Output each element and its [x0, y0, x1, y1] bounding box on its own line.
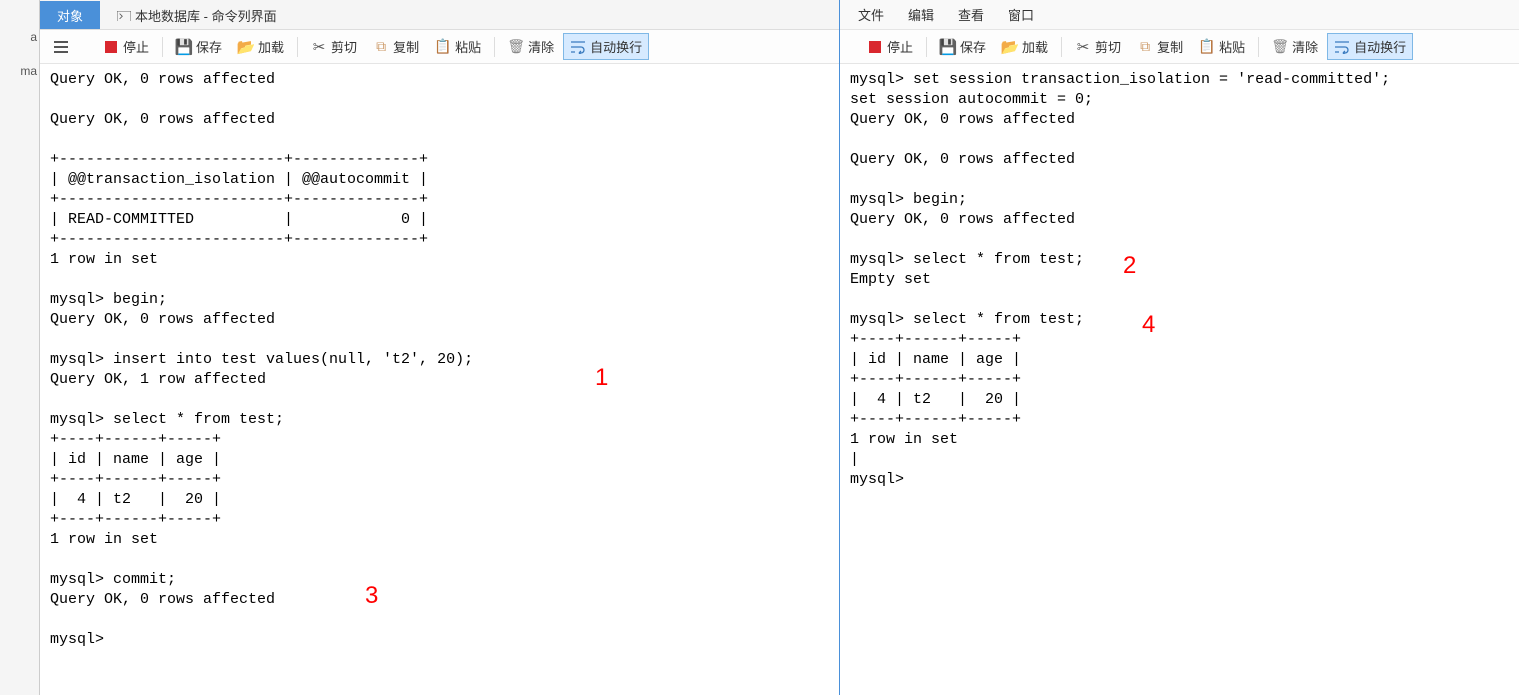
wrap-icon — [1334, 39, 1350, 55]
save-icon: 💾 — [176, 39, 192, 55]
button-label: 粘贴 — [455, 37, 481, 56]
sidebar-item[interactable]: ma — [0, 54, 39, 88]
trash-icon: 🗑 — [508, 39, 524, 55]
left-sidebar: a ma — [0, 0, 40, 695]
folder-icon: 📂 — [238, 39, 254, 55]
button-label: 自动换行 — [1354, 37, 1406, 56]
menu-view[interactable]: 查看 — [958, 5, 984, 24]
menu-window[interactable]: 窗口 — [1008, 5, 1034, 24]
separator — [1061, 37, 1062, 57]
wrap-button[interactable]: 自动换行 — [1327, 33, 1413, 60]
paste-icon: 📋 — [1199, 39, 1215, 55]
menu-edit[interactable]: 编辑 — [908, 5, 934, 24]
copy-button[interactable]: ⧉ 复制 — [366, 33, 426, 60]
copy-icon: ⧉ — [1137, 39, 1153, 55]
save-button[interactable]: 💾 保存 — [933, 33, 993, 60]
console-output[interactable]: Query OK, 0 rows affected Query OK, 0 ro… — [40, 64, 839, 695]
button-label: 停止 — [887, 37, 913, 56]
paste-button[interactable]: 📋 粘贴 — [1192, 33, 1252, 60]
copy-button[interactable]: ⧉ 复制 — [1130, 33, 1190, 60]
stop-icon — [867, 39, 883, 55]
button-label: 加载 — [258, 37, 284, 56]
console-output[interactable]: mysql> set session transaction_isolation… — [840, 64, 1519, 695]
load-button[interactable]: 📂 加载 — [995, 33, 1055, 60]
save-icon: 💾 — [940, 39, 956, 55]
wrap-icon — [570, 39, 586, 55]
scissors-icon: ✂ — [1075, 39, 1091, 55]
button-label: 加载 — [1022, 37, 1048, 56]
stop-button[interactable]: 停止 — [96, 33, 156, 60]
separator — [297, 37, 298, 57]
button-label: 清除 — [528, 37, 554, 56]
toolbar: 停止 💾 保存 📂 加载 ✂ 剪切 ⧉ 复制 📋 粘贴 🗑 清除 — [40, 30, 839, 64]
button-label: 剪切 — [331, 37, 357, 56]
scissors-icon: ✂ — [311, 39, 327, 55]
wrap-button[interactable]: 自动换行 — [563, 33, 649, 60]
menu-button[interactable] — [48, 36, 74, 58]
save-button[interactable]: 💾 保存 — [169, 33, 229, 60]
left-panel: 对象 本地数据库 - 命令列界面 停止 💾 保存 📂 加载 ✂ 剪切 — [40, 0, 840, 695]
separator — [926, 37, 927, 57]
copy-icon: ⧉ — [373, 39, 389, 55]
tab-label: 对象 — [57, 6, 83, 25]
separator — [1258, 37, 1259, 57]
tab-object[interactable]: 对象 — [40, 1, 100, 29]
paste-icon: 📋 — [435, 39, 451, 55]
cut-button[interactable]: ✂ 剪切 — [304, 33, 364, 60]
tab-label: 本地数据库 - 命令列界面 — [135, 6, 277, 25]
paste-button[interactable]: 📋 粘贴 — [428, 33, 488, 60]
load-button[interactable]: 📂 加载 — [231, 33, 291, 60]
menu-file[interactable]: 文件 — [858, 5, 884, 24]
trash-icon: 🗑 — [1272, 39, 1288, 55]
button-label: 保存 — [196, 37, 222, 56]
button-label: 保存 — [960, 37, 986, 56]
button-label: 复制 — [1157, 37, 1183, 56]
menubar: 文件 编辑 查看 窗口 — [840, 0, 1519, 30]
tab-local-db-cli[interactable]: 本地数据库 - 命令列界面 — [100, 1, 294, 29]
button-label: 停止 — [123, 37, 149, 56]
folder-icon: 📂 — [1002, 39, 1018, 55]
button-label: 复制 — [393, 37, 419, 56]
tab-bar: 对象 本地数据库 - 命令列界面 — [40, 0, 839, 30]
terminal-icon — [117, 9, 131, 21]
separator — [162, 37, 163, 57]
stop-icon — [103, 39, 119, 55]
button-label: 自动换行 — [590, 37, 642, 56]
separator — [494, 37, 495, 57]
cut-button[interactable]: ✂ 剪切 — [1068, 33, 1128, 60]
button-label: 剪切 — [1095, 37, 1121, 56]
clear-button[interactable]: 🗑 清除 — [1265, 33, 1325, 60]
toolbar: 停止 💾 保存 📂 加载 ✂ 剪切 ⧉ 复制 📋 粘贴 🗑 清除 — [840, 30, 1519, 64]
stop-button[interactable]: 停止 — [860, 33, 920, 60]
sidebar-item[interactable]: a — [0, 20, 39, 54]
button-label: 粘贴 — [1219, 37, 1245, 56]
right-panel: 文件 编辑 查看 窗口 停止 💾 保存 📂 加载 ✂ 剪切 ⧉ 复制 📋 — [840, 0, 1519, 695]
button-label: 清除 — [1292, 37, 1318, 56]
clear-button[interactable]: 🗑 清除 — [501, 33, 561, 60]
